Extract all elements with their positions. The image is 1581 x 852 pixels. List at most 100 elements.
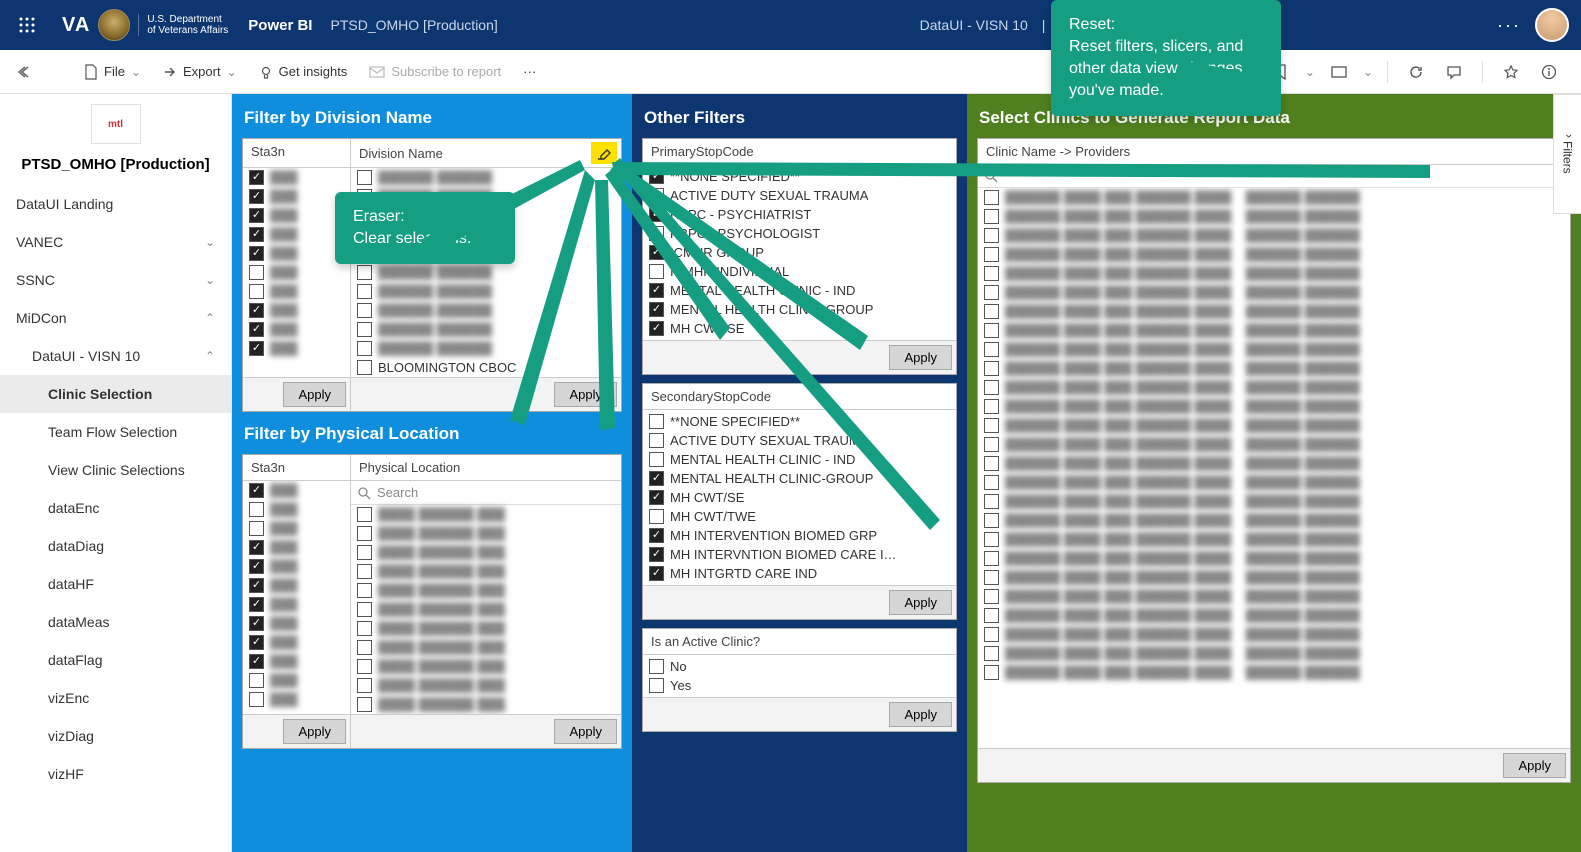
checkbox[interactable] [649,414,664,429]
list-item[interactable]: ████ ██████ ███ [351,562,621,581]
checkbox[interactable] [249,540,264,555]
view-icon[interactable] [1325,58,1353,86]
nav-item[interactable]: dataMeas [0,603,231,641]
checkbox[interactable] [357,621,372,636]
checkbox[interactable] [249,483,264,498]
checkbox[interactable] [984,399,999,414]
checkbox[interactable] [357,697,372,712]
list-item[interactable]: ████ ██████ ███ [351,638,621,657]
list-item[interactable]: HBPC - PSYCHOLOGIST [643,224,956,243]
checkbox[interactable] [984,247,999,262]
list-item[interactable]: ██████ ████ ███ ██████ ████ ██████ █████… [978,302,1570,321]
checkbox[interactable] [357,360,372,375]
list-item[interactable]: MENTAL HEALTH CLINIC-GROUP [643,469,956,488]
refresh-icon[interactable] [1402,58,1430,86]
list-item[interactable]: MH CWT/SE [643,488,956,507]
list-item[interactable]: MH CWT/SE [643,319,956,338]
list-item[interactable]: Yes [643,676,956,695]
info-icon[interactable] [1535,58,1563,86]
list-item[interactable]: ████ ██████ ███ [351,505,621,524]
checkbox[interactable] [649,678,664,693]
list-item[interactable]: ██████ ████ ███ ██████ ████ ██████ █████… [978,606,1570,625]
checkbox[interactable] [357,564,372,579]
nav-item[interactable]: DataUI Landing [0,185,231,223]
list-item[interactable]: ███ [243,690,350,709]
nav-item[interactable]: VANEC⌄ [0,223,231,261]
checkbox[interactable] [984,570,999,585]
checkbox[interactable] [649,528,664,543]
checkbox[interactable] [249,322,264,337]
checkbox[interactable] [249,559,264,574]
checkbox[interactable] [984,323,999,338]
list-item[interactable]: ███ [243,225,350,244]
checkbox[interactable] [357,322,372,337]
apply-active[interactable]: Apply [889,702,952,727]
checkbox[interactable] [649,264,664,279]
list-item[interactable]: ██████ ████ ███ ██████ ████ ██████ █████… [978,568,1570,587]
apply-location[interactable]: Apply [554,719,617,744]
list-item[interactable]: ██████ ████ ███ ██████ ████ ██████ █████… [978,625,1570,644]
list-item[interactable]: ████ ██████ ███ [351,600,621,619]
nav-item[interactable]: dataDiag [0,527,231,565]
list-item[interactable]: MH INTERVENTION BIOMED GRP [643,526,956,545]
list-item[interactable]: ███ [243,320,350,339]
list-item[interactable]: ██████ ████ ███ ██████ ████ ██████ █████… [978,226,1570,245]
checkbox[interactable] [649,471,664,486]
nav-item[interactable]: vizHF [0,755,231,793]
list-item[interactable]: ███ [243,538,350,557]
list-item[interactable]: ██████ ████ ███ ██████ ████ ██████ █████… [978,264,1570,283]
checkbox[interactable] [357,602,372,617]
list-item[interactable]: ███ [243,652,350,671]
list-item[interactable]: MH INTERVNTION BIOMED CARE I… [643,545,956,564]
list-item[interactable]: ██████ ████ ███ ██████ ████ ██████ █████… [978,245,1570,264]
breadcrumb-visn[interactable]: DataUI - VISN 10 [920,17,1028,33]
list-item[interactable]: HBPC - PSYCHIATRIST [643,205,956,224]
checkbox[interactable] [357,170,372,185]
list-item[interactable]: ███ [243,301,350,320]
checkbox[interactable] [249,654,264,669]
checkbox[interactable] [249,189,264,204]
checkbox[interactable] [984,494,999,509]
list-item[interactable]: ICMHR INDIVIDUAL [643,262,956,281]
checkbox[interactable] [357,284,372,299]
checkbox[interactable] [984,532,999,547]
checkbox[interactable] [249,635,264,650]
checkbox[interactable] [984,608,999,623]
list-item[interactable]: ███ [243,263,350,282]
list-item[interactable]: ███ [243,595,350,614]
list-item[interactable]: MENTAL HEALTH CLINIC - IND [643,281,956,300]
apply-divname[interactable]: Apply [554,382,617,407]
nav-item[interactable]: vizEnc [0,679,231,717]
list-item[interactable]: ███ [243,282,350,301]
checkbox[interactable] [357,341,372,356]
checkbox[interactable] [984,551,999,566]
checkbox[interactable] [984,342,999,357]
checkbox[interactable] [984,228,999,243]
checkbox[interactable] [649,452,664,467]
checkbox[interactable] [649,283,664,298]
list-item[interactable]: ██████ ██████ [351,282,621,301]
checkbox[interactable] [984,456,999,471]
checkbox[interactable] [984,209,999,224]
list-item[interactable]: ████ ██████ ███ [351,543,621,562]
list-item[interactable]: ██████ ████ ███ ██████ ████ ██████ █████… [978,549,1570,568]
nav-item[interactable]: Clinic Selection [0,375,231,413]
checkbox[interactable] [249,521,264,536]
file-menu[interactable]: File ⌄ [84,64,141,80]
checkbox[interactable] [649,302,664,317]
nav-item[interactable]: vizDiag [0,717,231,755]
list-item[interactable]: ███ [243,206,350,225]
checkbox[interactable] [984,380,999,395]
list-item[interactable]: ██████ ████ ███ ██████ ████ ██████ █████… [978,378,1570,397]
checkbox[interactable] [984,627,999,642]
list-item[interactable]: ██████ ████ ███ ██████ ████ ██████ █████… [978,473,1570,492]
nav-item[interactable]: View Clinic Selections [0,451,231,489]
checkbox[interactable] [249,246,264,261]
checkbox[interactable] [984,418,999,433]
apply-sta3n-loc[interactable]: Apply [283,719,346,744]
checkbox[interactable] [249,284,264,299]
list-item[interactable]: ███ [243,519,350,538]
list-item[interactable]: ███ [243,671,350,690]
comment-icon[interactable] [1440,58,1468,86]
checkbox[interactable] [649,207,664,222]
